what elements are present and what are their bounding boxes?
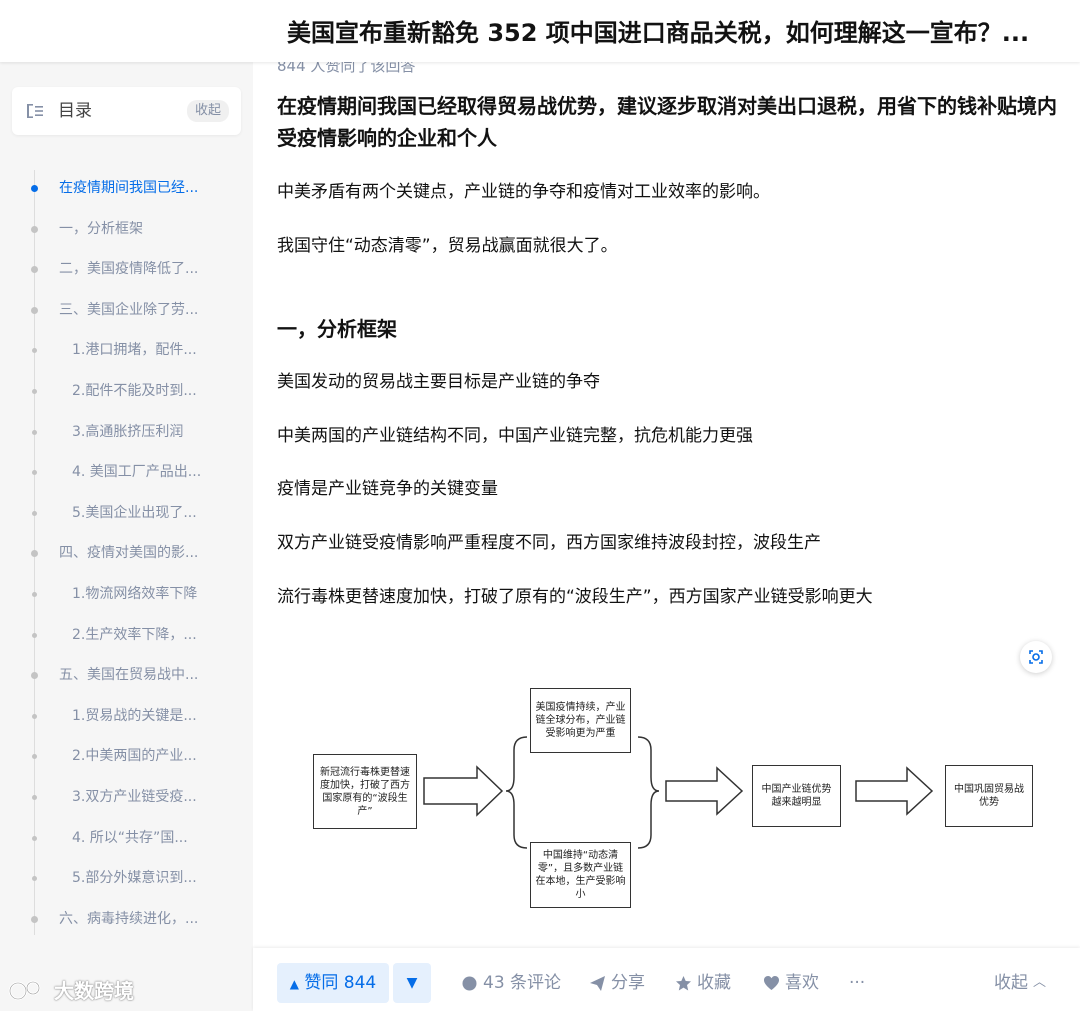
scan-icon: [1029, 650, 1043, 664]
question-title[interactable]: 美国宣布重新豁免 352 项中国进口商品关税，如何理解这一宣布？...: [287, 16, 1080, 50]
diagram-box-cn: 中国维持“动态清零”，且多数产业链在本地，生产受影响小: [530, 842, 631, 908]
toc-bullet: [31, 672, 38, 680]
diagram-box-mid: 中国产业链优势越来越明显: [752, 765, 841, 827]
toc-item[interactable]: 4. 所以“共存”国...: [72, 826, 188, 850]
toc-item[interactable]: 4. 美国工厂产品出...: [72, 460, 201, 484]
more-button[interactable]: ···: [849, 963, 865, 1003]
answer-action-bar: ▲ 赞同 844 ▼ 43 条评论 分享 收藏 喜欢 ··· 收起 ︿: [253, 948, 1080, 1011]
like-button[interactable]: 喜欢: [763, 963, 819, 1003]
toc-item[interactable]: 三、美国企业除了劳...: [59, 298, 198, 322]
intro-paragraph: 中美矛盾有两个关键点，产业链的争夺和疫情对工业效率的影响。: [277, 182, 770, 202]
point-paragraph: 中美两国的产业链结构不同，中国产业链完整，抗危机能力更强: [277, 426, 753, 446]
toc-item[interactable]: 3.双方产业链受疫...: [72, 785, 197, 809]
star-icon: [676, 975, 691, 990]
toc-sidebar: 目录 收起 在疫情期间我国已经... 一，分析框架二，美国疫情降低了... 三、美国…: [0, 62, 253, 1011]
toc-item[interactable]: 1.港口拥堵，配件...: [72, 338, 197, 362]
point-paragraph: 美国发动的贸易战主要目标是产业链的争夺: [277, 372, 600, 392]
toc-bullet: [31, 550, 38, 558]
toc-bullet: [32, 835, 37, 841]
toc-item[interactable]: 1.物流网络效率下降: [72, 582, 197, 606]
share-button[interactable]: 分享: [589, 963, 645, 1003]
toc-item[interactable]: 五、美国在贸易战中...: [59, 663, 198, 687]
toc-bullet: [32, 592, 37, 597]
more-label: ···: [849, 973, 866, 993]
collapse-label: 收起: [994, 973, 1028, 993]
point-paragraph: 流行毒株更替速度加快，打破了原有的“波段生产”，西方国家产业链受影响更大: [277, 587, 873, 607]
toc-item[interactable]: 5.美国企业出现了...: [72, 501, 197, 525]
toc-item[interactable]: 5.部分外媒意识到...: [72, 866, 197, 890]
arrow-right-icon: [423, 765, 504, 817]
share-icon: [590, 975, 605, 991]
toc-bullet: [31, 185, 38, 192]
toc-item[interactable]: 2.生产效率下降，...: [72, 623, 197, 647]
like-label: 喜欢: [785, 973, 819, 993]
toc-item[interactable]: 二，美国疫情降低了...: [59, 257, 198, 281]
toc-item[interactable]: 六、病毒持续进化，...: [59, 907, 198, 931]
flow-diagram: 新冠流行毒株更替速度加快，打破了西方国家原有的“波段生产” 美国疫情持续，产业链…: [309, 682, 1049, 912]
toc-item[interactable]: 2.中美两国的产业...: [72, 744, 197, 768]
toc-bullet: [32, 348, 37, 354]
downvote-button[interactable]: ▼: [393, 963, 431, 1003]
point-paragraph: 双方产业链受疫情影响严重程度不同，西方国家维持波段封控，波段生产: [277, 533, 821, 553]
diagram-box-start: 新冠流行毒株更替速度加快，打破了西方国家原有的“波段生产”: [313, 754, 417, 829]
collapse-answer-button[interactable]: 收起 ︿: [994, 963, 1046, 1003]
toc-item[interactable]: 3.高通胀挤压利润: [72, 420, 183, 444]
toc-item[interactable]: 一，分析框架: [59, 217, 143, 241]
toc-bullet: [32, 389, 37, 394]
brace-right: [637, 736, 660, 849]
comments-button[interactable]: 43 条评论: [461, 963, 561, 1003]
toc-header: 目录 收起: [12, 87, 241, 135]
intro-paragraph: 我国守住“动态清零”，贸易战赢面就很大了。: [277, 236, 618, 256]
toc-bullet: [31, 915, 38, 923]
section-heading: 一，分析框架: [277, 317, 397, 341]
answer-heading: 在疫情期间我国已经取得贸易战优势，建议逐步取消对美出口退税，用省下的钱补贴境内受…: [277, 94, 1057, 150]
brace-left: [505, 736, 528, 849]
triangle-down-icon: ▼: [406, 975, 418, 991]
comment-icon: [462, 976, 477, 990]
toc-bullet: [32, 754, 37, 760]
question-header: 美国宣布重新豁免 352 项中国进口商品关税，如何理解这一宣布？...: [0, 0, 1080, 62]
image-scan-button[interactable]: [1020, 641, 1052, 673]
upvote-button[interactable]: ▲ 赞同 844: [277, 963, 389, 1003]
diagram-connectors: [423, 736, 934, 849]
triangle-up-icon: ▲: [289, 977, 299, 991]
diagram-box-us: 美国疫情持续，产业链全球分布，产业链受影响更为严重: [530, 688, 631, 753]
list-icon: [27, 104, 43, 118]
watermark-logo-icon: [8, 980, 41, 1000]
share-label: 分享: [611, 973, 645, 993]
toc-bullet: [31, 306, 38, 314]
comments-label: 43 条评论: [483, 973, 562, 993]
answer-content: 844 人赞同了该回答 在疫情期间我国已经取得贸易战优势，建议逐步取消对美出口退…: [253, 57, 1080, 1011]
favorite-button[interactable]: 收藏: [675, 963, 731, 1003]
toc-bullet: [32, 429, 37, 435]
toc-bullet: [31, 266, 38, 274]
favorite-label: 收藏: [697, 973, 731, 993]
watermark-text: 大数跨境: [54, 979, 134, 1003]
toc-bullet: [32, 632, 37, 638]
toc-bullet: [32, 876, 37, 882]
toc-item[interactable]: 2.配件不能及时到...: [72, 379, 197, 403]
toc-item[interactable]: 四、疫情对美国的影...: [59, 541, 198, 565]
upvote-label: 赞同 844: [304, 973, 377, 993]
arrow-right-icon: [855, 766, 934, 816]
point-paragraph: 疫情是产业链竞争的关键变量: [277, 479, 498, 499]
toc-collapse-button[interactable]: 收起: [186, 100, 229, 122]
toc-item[interactable]: 1.贸易战的关键是...: [72, 704, 197, 728]
toc-bullet: [32, 713, 37, 719]
heart-icon: [764, 975, 779, 990]
toc-bullet: [32, 795, 37, 800]
toc-bullet: [31, 225, 38, 233]
toc-bullet: [32, 470, 37, 476]
toc-label: 目录: [58, 101, 92, 121]
diagram-box-end: 中国巩固贸易战优势: [945, 765, 1033, 827]
toc-bullet: [32, 510, 37, 516]
toc-item[interactable]: 在疫情期间我国已经...: [59, 176, 198, 200]
chevron-up-icon: ︿: [1033, 975, 1047, 990]
arrow-right-icon: [665, 766, 744, 816]
watermark: 大数跨境: [8, 975, 134, 1004]
